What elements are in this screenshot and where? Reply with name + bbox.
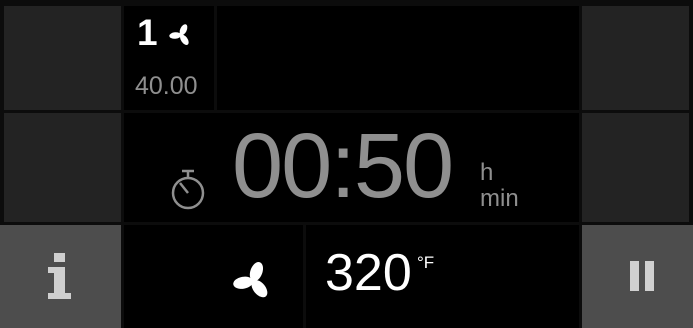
right-middle-panel	[582, 113, 689, 222]
right-top-panel	[582, 6, 689, 110]
info-button[interactable]	[0, 225, 121, 328]
step-number: 1	[137, 12, 158, 53]
timer-tile[interactable]: 00:50 h min	[124, 113, 579, 222]
fan-button[interactable]	[124, 225, 303, 328]
temperature-value: 320	[325, 244, 412, 302]
info-icon	[48, 253, 71, 299]
pause-button[interactable]	[582, 225, 693, 328]
program-step-tile[interactable]: 1 40.00	[124, 6, 214, 110]
step-value: 40.00	[135, 72, 198, 100]
timer-icon	[171, 169, 205, 210]
left-middle-panel	[4, 113, 121, 222]
left-top-panel	[4, 6, 121, 110]
fan-icon	[233, 261, 268, 298]
pause-icon	[630, 261, 654, 291]
program-info-tile	[217, 6, 579, 110]
fan-icon	[169, 24, 189, 45]
timer-unit-minutes: min	[480, 185, 519, 212]
temperature-unit: °F	[417, 253, 435, 272]
timer-value: 00:50	[232, 115, 454, 217]
timer-unit-hours: h	[480, 159, 494, 186]
temperature-button[interactable]: 320 °F	[306, 225, 579, 328]
